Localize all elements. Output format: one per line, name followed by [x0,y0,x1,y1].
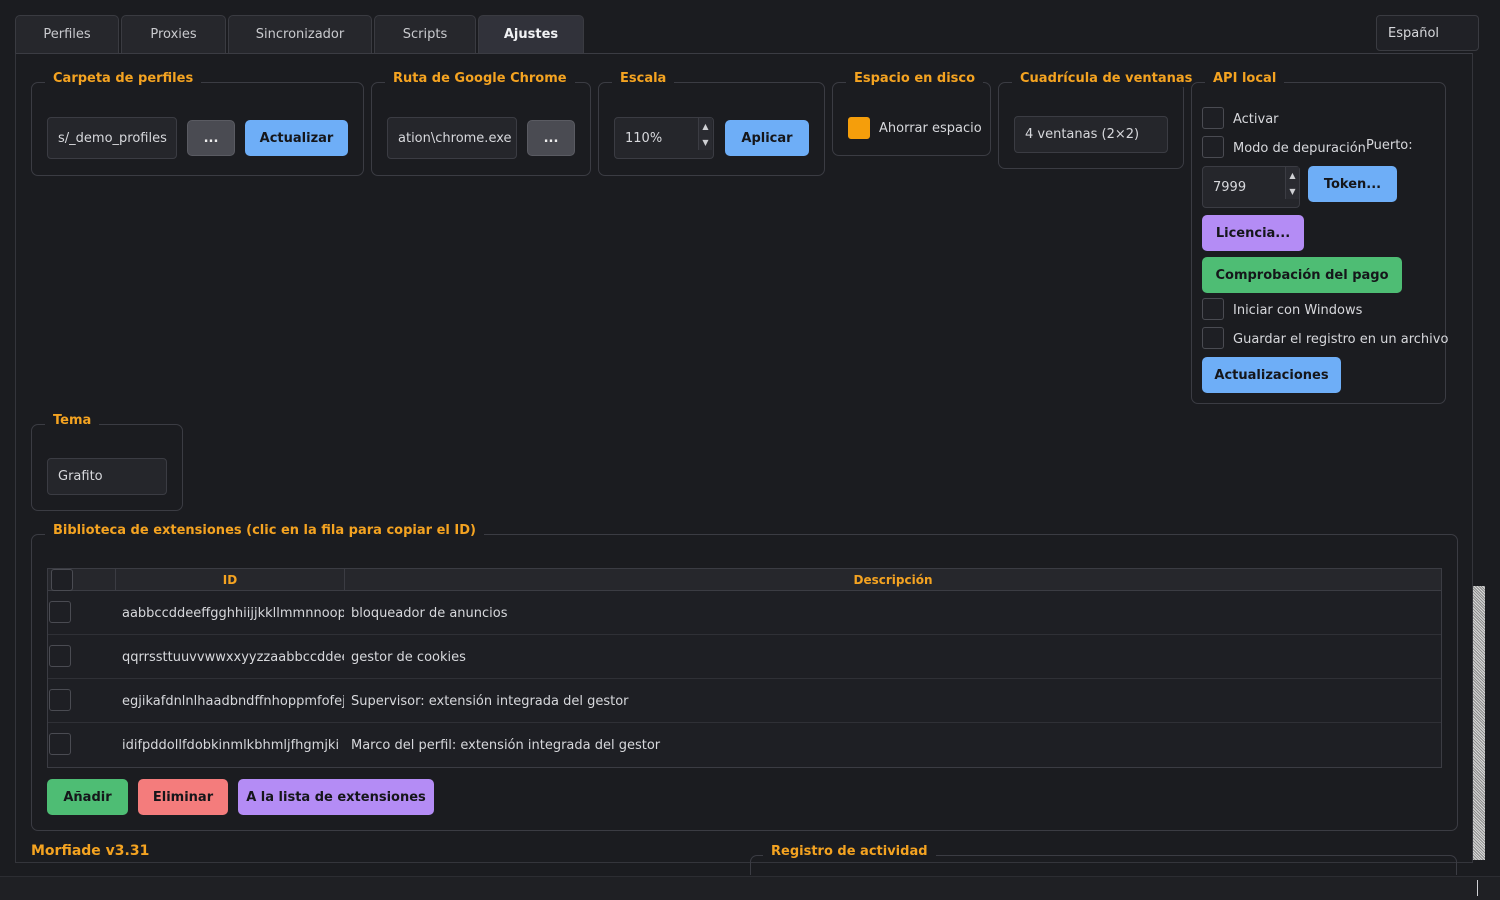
payment-check-button[interactable]: Comprobación del pago [1202,257,1402,293]
debug-mode-label: Modo de depuración [1233,141,1366,156]
tab-label: Ajustes [503,27,559,42]
extensions-title: Biblioteca de extensiones (clic en la fi… [45,523,484,539]
extension-description: bloqueador de anuncios [351,605,508,621]
status-bar [0,876,1500,900]
start-with-windows-checkbox[interactable] [1202,298,1224,320]
tab-label: Scripts [402,27,448,42]
apply-scale-button[interactable]: Aplicar [725,120,809,156]
resize-grip[interactable] [1477,880,1478,896]
scrollbar-thumb[interactable] [1473,586,1485,860]
window-grid-value: 4 ventanas (2×2) [1025,127,1140,142]
profiles-folder-input[interactable]: s/_demo_profiles [47,117,177,159]
table-header: ID Descripción [48,569,1441,591]
row-checkbox[interactable] [49,601,71,623]
window-grid-select[interactable]: 4 ventanas (2×2) [1014,116,1168,153]
language-select[interactable]: Español [1376,15,1479,51]
extension-description: Marco del perfil: extensión integrada de… [351,737,661,753]
scale-stepper[interactable]: ▲ ▼ [698,118,712,150]
select-all-checkbox[interactable] [51,569,73,591]
chrome-path-browse-button[interactable]: ... [527,120,575,156]
tab-profiles[interactable]: Perfiles [15,15,119,53]
profiles-folder-value: s/_demo_profiles [58,130,167,146]
save-space-label: Ahorrar espacio [879,121,982,136]
theme-value: Grafito [58,469,103,484]
token-button[interactable]: Token... [1308,166,1397,202]
row-checkbox[interactable] [49,645,71,667]
profiles-folder-title: Carpeta de perfiles [45,71,202,87]
license-button[interactable]: Licencia... [1202,215,1304,251]
save-log-file-checkbox[interactable] [1202,327,1224,349]
tab-label: Sincronizador [255,27,345,42]
refresh-button[interactable]: Actualizar [245,120,348,156]
tab-proxies[interactable]: Proxies [121,15,226,53]
row-checkbox[interactable] [49,689,71,711]
extension-description: Supervisor: extensión integrada del gest… [351,693,629,709]
arrow-up-icon[interactable]: ▲ [1285,167,1299,183]
port-stepper[interactable]: ▲ ▼ [1285,167,1299,199]
local-api-title: API local [1205,71,1285,87]
extension-id: egjikafdnlnlhaadbndffnhoppmfofej [122,693,344,709]
tab-label: Proxies [150,27,197,42]
extension-description: gestor de cookies [351,649,466,665]
tab-label: Perfiles [43,27,91,42]
scale-value: 110% [625,130,663,146]
debug-mode-checkbox[interactable] [1202,136,1224,158]
chrome-path-title: Ruta de Google Chrome [385,71,575,87]
profiles-folder-browse-button[interactable]: ... [187,120,235,156]
scale-title: Escala [612,71,675,87]
updates-button[interactable]: Actualizaciones [1202,357,1341,393]
column-header-id[interactable]: ID [116,569,345,591]
extension-id: aabbccddeeffgghhiijjkkllmmnnoopp [122,605,344,621]
save-log-file-label: Guardar el registro en un archivo [1233,332,1449,347]
arrow-down-icon[interactable]: ▼ [698,134,712,150]
table-row[interactable]: qqrrssttuuvvwwxxyyzzaabbccddeeff gestor … [48,635,1441,679]
column-header-description[interactable]: Descripción [345,569,1441,591]
tab-scripts[interactable]: Scripts [374,15,476,53]
arrow-up-icon[interactable]: ▲ [698,118,712,134]
extensions-table: ID Descripción aabbccddeeffgghhiijjkkllm… [47,568,1442,768]
port-value: 7999 [1213,179,1247,195]
app-version: Morfiade v3.31 [31,843,150,859]
table-row[interactable]: egjikafdnlnlhaadbndffnhoppmfofej Supervi… [48,679,1441,723]
extension-id: idifpddollfdobkinmlkbhmljfhgmjki [122,737,340,753]
language-value: Español [1388,25,1440,41]
row-checkbox[interactable] [49,733,71,755]
select-all-header [48,569,116,591]
api-enable-checkbox[interactable] [1202,107,1224,129]
activity-log-title: Registro de actividad [763,844,936,860]
disk-space-title: Espacio en disco [846,71,984,87]
table-row[interactable]: idifpddollfdobkinmlkbhmljfhgmjki Marco d… [48,723,1441,767]
theme-title: Tema [45,413,100,429]
tab-settings[interactable]: Ajustes [478,15,584,53]
to-extension-list-button[interactable]: A la lista de extensiones [238,779,434,815]
api-enable-label: Activar [1233,112,1279,127]
extension-id: qqrrssttuuvvwwxxyyzzaabbccddeeff [122,649,344,665]
chrome-path-value: ation\chrome.exe [398,130,512,146]
start-with-windows-label: Iniciar con Windows [1233,303,1363,318]
table-row[interactable]: aabbccddeeffgghhiijjkkllmmnnoopp bloquea… [48,591,1441,635]
window-grid-title: Cuadrícula de ventanas [1012,71,1201,87]
delete-extension-button[interactable]: Eliminar [138,779,228,815]
tab-synchronizer[interactable]: Sincronizador [228,15,372,53]
port-label: Puerto: [1366,138,1413,153]
theme-select[interactable]: Grafito [47,458,167,495]
save-space-checkbox[interactable] [848,117,870,139]
arrow-down-icon[interactable]: ▼ [1285,183,1299,199]
chrome-path-input[interactable]: ation\chrome.exe [387,117,517,159]
add-extension-button[interactable]: Añadir [47,779,128,815]
